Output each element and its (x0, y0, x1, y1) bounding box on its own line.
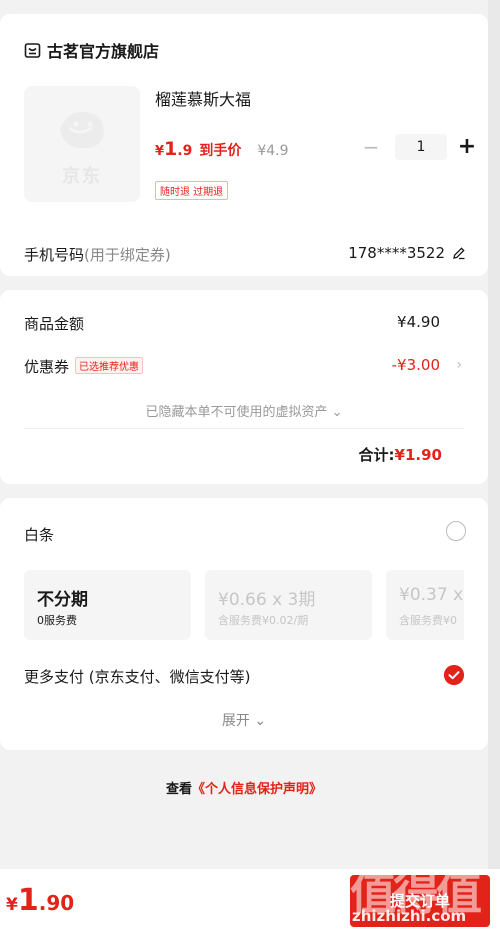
total-value: ¥1.90 (394, 446, 442, 464)
bottom-total: ¥ 1 .90 (6, 883, 74, 918)
privacy-link[interactable]: 《个人信息保护声明》 (192, 782, 322, 797)
coupon-label: 优惠券 (24, 358, 70, 376)
phone-number: 178****3522 (348, 244, 445, 262)
price-integer: 1 (164, 138, 178, 160)
payment-method-card: 白条 不分期 0服务费 ¥0.66 x 3期 含服务费¥0.02/期 ¥0.37… (0, 498, 488, 750)
store-name: 古茗官方旗舰店 (47, 42, 160, 61)
installment-title: ¥0.66 x 3期 (218, 590, 316, 610)
privacy-statement: 查看《个人信息保护声明》 (0, 778, 488, 797)
phone-hint: (用于绑定券) (84, 246, 171, 264)
bottom-total-integer: 1 (17, 883, 39, 918)
jd-dog-logo (60, 111, 104, 148)
quantity-input[interactable]: 1 (395, 134, 447, 160)
amount-summary-card: 商品金额 ¥4.90 优惠券 已选推荐优惠 -¥3.00 › 已隐藏本单不可使用的… (0, 290, 488, 484)
watermark-url: zhizhizhi.com (352, 907, 467, 925)
product-name[interactable]: 榴莲慕斯大福 (155, 86, 251, 110)
expand-button[interactable]: 展开 ⌄ (0, 710, 488, 730)
phone-label: 手机号码(用于绑定券) (24, 244, 171, 265)
goods-amount-label: 商品金额 (24, 315, 85, 333)
goods-amount-value: ¥4.90 (397, 313, 440, 331)
price-row: ¥ 1 .9 到手价 ¥4.9 (155, 138, 289, 160)
scrollbar-track (488, 0, 500, 941)
hidden-assets-toggle[interactable]: 已隐藏本单不可使用的虚拟资产 ⌄ (0, 401, 488, 420)
installment-fee: 含服务费¥0.02/期 (218, 614, 309, 627)
order-item-card: 古茗官方旗舰店 京东 榴莲慕斯大福 ¥ 1 .9 到手价 ¥4.9 − 1 + … (0, 14, 488, 276)
divider (24, 428, 464, 429)
phone-value[interactable]: 178****3522 (348, 244, 466, 262)
baitiao-label[interactable]: 白条 (24, 524, 54, 545)
original-price: ¥4.9 (257, 143, 289, 159)
installment-title: ¥0.37 x 6 (399, 585, 464, 605)
installment-fee: 0服务费 (37, 614, 77, 627)
store-header[interactable]: 古茗官方旗舰店 (24, 38, 159, 62)
chevron-right-icon[interactable]: › (456, 357, 462, 373)
product-image[interactable]: 京东 (24, 86, 140, 202)
product-image-watermark: 京东 (62, 166, 102, 187)
privacy-prefix: 查看 (165, 782, 192, 797)
total-row: 合计:¥1.90 (359, 444, 442, 465)
store-icon (24, 42, 41, 58)
decrease-button[interactable]: − (361, 134, 381, 160)
total-label: 合计: (358, 446, 395, 464)
baitiao-radio[interactable] (446, 521, 466, 541)
installment-title: 不分期 (37, 590, 88, 610)
coupon-value[interactable]: -¥3.00 (392, 356, 440, 374)
installment-option-none[interactable]: 不分期 0服务费 (24, 570, 191, 640)
check-circle-icon[interactable] (444, 665, 464, 685)
installment-option-6[interactable]: ¥0.37 x 6 含服务费¥0 (386, 570, 464, 640)
installment-option-3[interactable]: ¥0.66 x 3期 含服务费¥0.02/期 (205, 570, 372, 640)
edit-pencil-icon[interactable] (452, 246, 466, 260)
coupon-badge: 已选推荐优惠 (75, 357, 144, 374)
installment-fee: 含服务费¥0 (399, 614, 457, 627)
more-payment-label[interactable]: 更多支付 (京东支付、微信支付等) (24, 666, 250, 687)
coupon-row[interactable]: 优惠券 已选推荐优惠 (24, 356, 144, 377)
increase-button[interactable]: + (457, 134, 477, 160)
phone-label-text: 手机号码 (24, 246, 85, 264)
bottom-total-decimal: .90 (38, 891, 75, 915)
price-tag: 到手价 (199, 143, 242, 159)
site-watermark: 值得值 zhizhizhi.com (350, 855, 490, 941)
return-policy-badge: 随时退 过期退 (155, 181, 229, 200)
bottom-total-currency: ¥ (6, 895, 18, 915)
price-currency: ¥ (155, 144, 165, 159)
quantity-stepper: − 1 + (361, 134, 477, 160)
price-decimal: .9 (177, 143, 193, 159)
